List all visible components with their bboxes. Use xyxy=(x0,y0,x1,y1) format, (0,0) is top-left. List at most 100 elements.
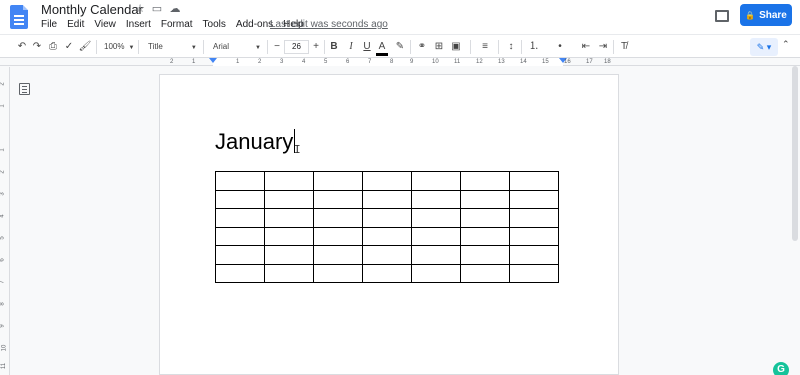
star-icon[interactable]: ☆ xyxy=(133,2,147,16)
clear-formatting-icon[interactable]: T̸ xyxy=(617,39,631,55)
ruler-number: 2 xyxy=(0,170,6,174)
table-cell[interactable] xyxy=(264,263,314,283)
menu-tools[interactable]: Tools xyxy=(198,19,231,31)
table-cell[interactable] xyxy=(215,245,265,265)
table-cell[interactable] xyxy=(215,263,265,283)
scrollbar[interactable] xyxy=(792,66,798,241)
table-cell[interactable] xyxy=(215,171,265,191)
paint-format-icon[interactable]: 🖌 xyxy=(78,39,92,55)
document-page[interactable]: January I xyxy=(159,74,619,375)
menu-file[interactable]: File xyxy=(36,19,62,31)
document-heading[interactable]: January xyxy=(215,129,296,155)
table-cell[interactable] xyxy=(509,208,559,228)
table-cell[interactable] xyxy=(264,245,314,265)
table-cell[interactable] xyxy=(460,226,510,246)
menu-insert[interactable]: Insert xyxy=(121,19,156,31)
highlight-icon[interactable]: ✎ xyxy=(393,39,407,55)
spellcheck-icon[interactable]: ✓ xyxy=(62,39,76,55)
calendar-table[interactable] xyxy=(215,171,559,283)
table-cell[interactable] xyxy=(460,189,510,209)
comments-icon[interactable] xyxy=(715,10,729,22)
font-size-input[interactable]: 26 xyxy=(284,40,309,54)
table-cell[interactable] xyxy=(362,245,412,265)
table-cell[interactable] xyxy=(215,189,265,209)
zoom-select[interactable]: 100% ▼ xyxy=(104,39,134,55)
table-cell[interactable] xyxy=(264,189,314,209)
table-cell[interactable] xyxy=(411,226,461,246)
decrease-indent-icon[interactable]: ⇤ xyxy=(579,39,593,55)
table-cell[interactable] xyxy=(215,226,265,246)
document-outline-icon[interactable] xyxy=(19,83,30,95)
table-cell[interactable] xyxy=(362,189,412,209)
ruler-number: 10 xyxy=(1,344,8,352)
table-cell[interactable] xyxy=(313,171,363,191)
move-to-folder-icon[interactable]: ▭ xyxy=(150,2,164,16)
table-cell[interactable] xyxy=(313,226,363,246)
menu-view[interactable]: View xyxy=(89,19,121,31)
vertical-ruler[interactable]: 2 1 1 2 3 4 5 6 7 8 9 10 11 xyxy=(0,67,10,375)
style-select[interactable]: Title ▼ xyxy=(148,39,197,55)
table-cell[interactable] xyxy=(215,208,265,228)
image-icon[interactable]: ▣ xyxy=(449,39,463,55)
increase-font-size-button[interactable]: + xyxy=(309,39,323,55)
ruler-number: 1 xyxy=(192,59,196,65)
bulleted-list-icon[interactable]: • xyxy=(553,39,567,55)
table-cell[interactable] xyxy=(362,263,412,283)
chevron-up-icon[interactable]: ⌃ xyxy=(782,39,790,50)
table-cell[interactable] xyxy=(411,208,461,228)
table-cell[interactable] xyxy=(411,189,461,209)
table-cell[interactable] xyxy=(509,245,559,265)
underline-button[interactable]: U xyxy=(360,39,374,55)
ruler-number: 6 xyxy=(0,258,6,262)
ruler-number: 8 xyxy=(390,59,394,65)
font-select[interactable]: Arial ▼ xyxy=(213,39,261,55)
document-title[interactable]: Monthly Calendar xyxy=(41,2,143,17)
last-edit-link[interactable]: Last edit was seconds ago xyxy=(270,19,388,30)
share-button[interactable]: 🔒 Share xyxy=(740,4,792,26)
docs-logo-icon[interactable] xyxy=(10,5,28,29)
horizontal-ruler[interactable]: 2 1 1 2 3 4 5 6 7 8 9 10 11 12 13 14 15 … xyxy=(0,58,800,66)
table-cell[interactable] xyxy=(460,263,510,283)
table-cell[interactable] xyxy=(411,263,461,283)
table-cell[interactable] xyxy=(509,226,559,246)
table-cell[interactable] xyxy=(460,171,510,191)
table-cell[interactable] xyxy=(313,245,363,265)
increase-indent-icon[interactable]: ⇥ xyxy=(596,39,610,55)
table-cell[interactable] xyxy=(460,208,510,228)
table-cell[interactable] xyxy=(264,208,314,228)
grammarly-icon[interactable]: G xyxy=(773,362,789,375)
editing-mode-button[interactable]: ✎ ▾ xyxy=(750,38,778,56)
bold-button[interactable]: B xyxy=(327,39,341,55)
print-icon[interactable]: ⎙ xyxy=(46,39,60,55)
decrease-font-size-button[interactable]: − xyxy=(270,39,284,55)
table-cell[interactable] xyxy=(509,263,559,283)
table-cell[interactable] xyxy=(313,263,363,283)
table-cell[interactable] xyxy=(264,226,314,246)
numbered-list-icon[interactable]: ⒈ xyxy=(527,39,541,55)
ruler-number: 4 xyxy=(0,214,6,218)
menu-edit[interactable]: Edit xyxy=(62,19,89,31)
line-spacing-icon[interactable]: ↕ xyxy=(504,39,518,55)
table-cell[interactable] xyxy=(313,208,363,228)
table-cell[interactable] xyxy=(509,189,559,209)
ruler-number: 14 xyxy=(520,59,527,65)
menu-format[interactable]: Format xyxy=(156,19,198,31)
table-cell[interactable] xyxy=(362,171,412,191)
undo-icon[interactable]: ↶ xyxy=(15,39,29,55)
comment-add-icon[interactable]: ⊞ xyxy=(432,39,446,55)
ruler-number: 2 xyxy=(170,59,174,65)
align-icon[interactable]: ≡ xyxy=(478,39,492,55)
table-cell[interactable] xyxy=(509,171,559,191)
link-icon[interactable]: ⚭ xyxy=(415,39,429,55)
table-cell[interactable] xyxy=(264,171,314,191)
table-cell[interactable] xyxy=(460,245,510,265)
table-cell[interactable] xyxy=(362,226,412,246)
table-cell[interactable] xyxy=(362,208,412,228)
redo-icon[interactable]: ↷ xyxy=(30,39,44,55)
table-cell[interactable] xyxy=(411,171,461,191)
table-cell[interactable] xyxy=(411,245,461,265)
cloud-status-icon[interactable]: ☁ xyxy=(168,2,182,16)
table-cell[interactable] xyxy=(313,189,363,209)
table-row xyxy=(215,208,559,228)
italic-button[interactable]: I xyxy=(344,39,358,55)
